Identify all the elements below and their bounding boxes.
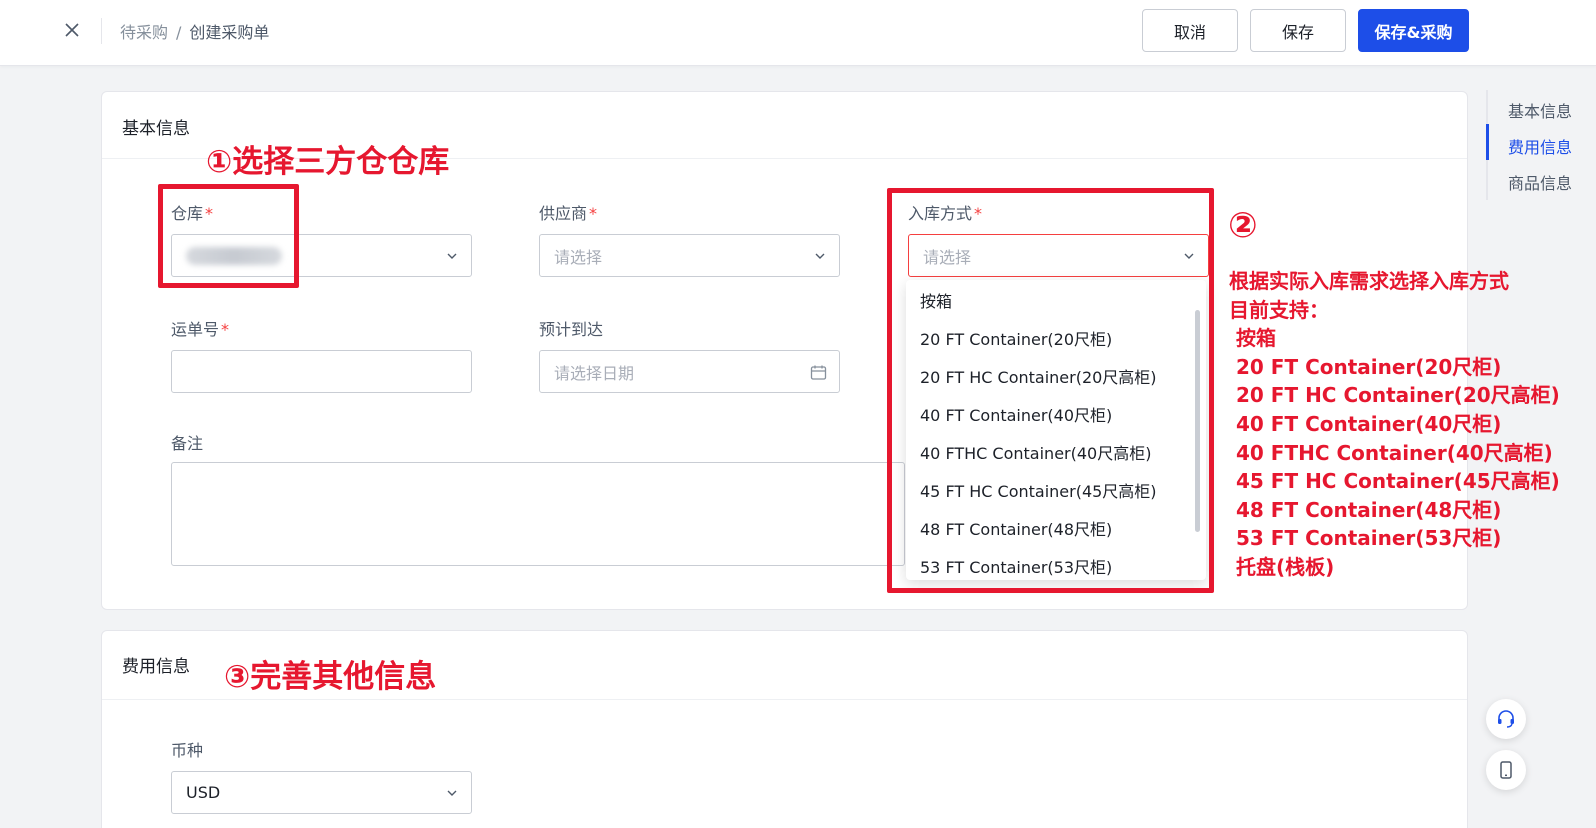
inbound-method-select[interactable]: 请选择	[908, 234, 1209, 277]
breadcrumb-separator: /	[176, 23, 182, 42]
anchor-item-basic-info[interactable]: 基本信息	[1508, 98, 1572, 122]
required-mark: *	[589, 204, 598, 223]
chevron-down-icon	[447, 790, 457, 796]
eta-placeholder: 请选择日期	[554, 363, 635, 383]
annotation-line: 20 FT Container(20尺柜)	[1236, 354, 1502, 379]
breadcrumb: 待采购 / 创建采购单	[120, 19, 269, 43]
annotation-step3: ③完善其他信息	[224, 659, 437, 695]
anchor-nav: 基本信息 费用信息 商品信息	[1486, 90, 1596, 200]
dropdown-option[interactable]: 48 FT Container(48尺柜)	[920, 516, 1112, 540]
dropdown-option[interactable]: 45 FT HC Container(45尺高柜)	[920, 478, 1157, 502]
warehouse-label: 仓库 *	[171, 200, 213, 224]
dropdown-option[interactable]: 40 FTHC Container(40尺高柜)	[920, 440, 1151, 464]
waybill-label: 运单号 *	[171, 316, 229, 340]
remark-label: 备注	[171, 434, 204, 453]
anchor-active-indicator	[1486, 124, 1489, 160]
dropdown-option[interactable]: 20 FT Container(20尺柜)	[920, 326, 1112, 350]
warehouse-select[interactable]	[171, 234, 472, 277]
chevron-down-icon	[815, 253, 825, 259]
eta-label: 预计到达	[539, 320, 604, 339]
currency-label: 币种	[171, 741, 204, 760]
annotation-line: 40 FT Container(40尺柜)	[1236, 411, 1502, 436]
annotation-line: 根据实际入库需求选择入库方式	[1229, 269, 1509, 293]
calendar-icon	[810, 365, 827, 380]
save-button[interactable]: 保存	[1250, 9, 1346, 52]
card-divider	[102, 699, 1467, 700]
anchor-item-fee-info[interactable]: 费用信息	[1508, 134, 1572, 158]
annotation-line: 53 FT Container(53尺柜)	[1236, 526, 1502, 551]
supplier-label-text: 供应商	[539, 204, 588, 223]
mobile-icon	[1500, 761, 1512, 779]
annotation-line: 托盘(栈板)	[1236, 554, 1335, 579]
annotation-step2-text: 根据实际入库需求选择入库方式 目前支持： 按箱 20 FT Container(…	[1229, 267, 1560, 582]
eta-date-picker[interactable]: 请选择日期	[539, 350, 840, 393]
annotation-line: 45 FT HC Container(45尺高柜)	[1236, 469, 1560, 494]
annotation-line: 40 FTHC Container(40尺高柜)	[1236, 440, 1553, 465]
page-header: 待采购 / 创建采购单 取消 保存 保存&采购	[0, 0, 1596, 66]
chevron-down-icon	[447, 253, 457, 259]
cancel-button[interactable]: 取消	[1142, 9, 1238, 52]
customer-service-button[interactable]	[1486, 699, 1526, 739]
dropdown-option[interactable]: 按箱	[920, 288, 952, 312]
currency-select[interactable]: USD	[171, 771, 472, 814]
annotation-line: 按箱	[1236, 326, 1276, 351]
warehouse-label-text: 仓库	[171, 204, 204, 223]
annotation-line: 目前支持：	[1229, 297, 1329, 322]
basic-info-title: 基本信息	[122, 119, 190, 139]
supplier-placeholder: 请选择	[554, 247, 603, 267]
mobile-app-button[interactable]	[1486, 750, 1526, 790]
annotation-line: 48 FT Container(48尺柜)	[1236, 497, 1502, 522]
remark-textarea[interactable]	[171, 462, 905, 566]
headset-icon	[1498, 710, 1514, 728]
inbound-method-dropdown: 按箱 20 FT Container(20尺柜) 20 FT HC Contai…	[906, 280, 1206, 580]
required-mark: *	[205, 204, 214, 223]
breadcrumb-parent[interactable]: 待采购	[120, 23, 168, 42]
dropdown-option[interactable]: 40 FT Container(40尺柜)	[920, 402, 1112, 426]
anchor-item-product-info[interactable]: 商品信息	[1508, 170, 1572, 194]
required-mark: *	[974, 204, 983, 223]
annotation-line: 20 FT HC Container(20尺高柜)	[1236, 383, 1560, 408]
header-divider	[101, 18, 102, 44]
save-and-purchase-button[interactable]: 保存&采购	[1358, 9, 1469, 52]
inbound-method-label: 入库方式 *	[908, 200, 982, 224]
waybill-input[interactable]	[171, 350, 472, 393]
annotation-step2-number: ②	[1228, 206, 1258, 246]
breadcrumb-current: 创建采购单	[189, 23, 270, 42]
currency-value: USD	[186, 783, 221, 802]
supplier-label: 供应商 *	[539, 200, 597, 224]
required-mark: *	[221, 320, 230, 339]
waybill-label-text: 运单号	[171, 320, 220, 339]
annotation-step1: ①选择三方仓仓库	[206, 144, 450, 180]
close-icon[interactable]	[60, 18, 84, 42]
dropdown-option[interactable]: 20 FT HC Container(20尺高柜)	[920, 364, 1157, 388]
warehouse-value-blurred	[186, 246, 282, 265]
fee-info-title: 费用信息	[122, 657, 190, 677]
chevron-down-icon	[1184, 253, 1194, 259]
supplier-select[interactable]: 请选择	[539, 234, 840, 277]
inbound-method-label-text: 入库方式	[908, 204, 973, 223]
inbound-method-placeholder: 请选择	[923, 247, 972, 267]
dropdown-scrollbar[interactable]	[1195, 310, 1200, 532]
dropdown-option[interactable]: 53 FT Container(53尺柜)	[920, 554, 1112, 578]
